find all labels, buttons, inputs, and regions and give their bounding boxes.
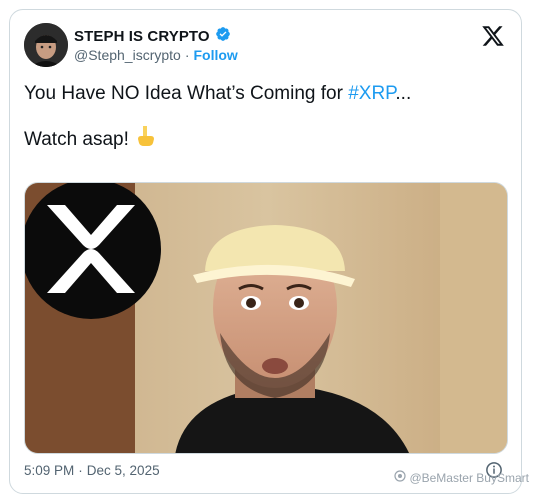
follow-button[interactable]: Follow	[194, 47, 238, 63]
tweet-time: 5:09 PM	[24, 463, 75, 478]
author-name[interactable]: STEPH IS CRYPTO	[74, 28, 210, 45]
author-handle[interactable]: @Steph_iscrypto	[74, 47, 181, 63]
author-name-row: STEPH IS CRYPTO	[74, 26, 231, 47]
verified-badge-icon	[215, 26, 231, 47]
avatar[interactable]	[24, 23, 68, 67]
timestamp-separator: ·	[78, 463, 83, 478]
author-handle-row: @Steph_iscrypto · Follow	[74, 47, 238, 63]
pointing-down-emoji	[136, 125, 156, 154]
tweet-timestamp[interactable]: 5:09 PM · Dec 5, 2025	[24, 463, 160, 478]
watermark: @BeMaster BuySmart	[394, 470, 529, 485]
tweet-card: STEPH IS CRYPTO @Steph_iscrypto · Follow…	[9, 9, 522, 494]
video-thumbnail[interactable]	[24, 182, 508, 454]
tweet-date: Dec 5, 2025	[86, 463, 160, 478]
tweet-text-line2: Watch asap!	[24, 125, 156, 154]
tweet-line2-text: Watch asap!	[24, 128, 129, 150]
tweet-text-main: You Have NO Idea What’s Coming for	[24, 83, 349, 104]
watermark-text: @BeMaster BuySmart	[409, 470, 529, 485]
handle-separator: ·	[184, 47, 190, 63]
watermark-logo-icon	[394, 470, 407, 485]
tweet-text-ellipsis: ...	[395, 83, 412, 104]
tweet-text: You Have NO Idea What’s Coming for #XRP.…	[24, 82, 504, 106]
hashtag-link[interactable]: #XRP	[348, 83, 395, 104]
